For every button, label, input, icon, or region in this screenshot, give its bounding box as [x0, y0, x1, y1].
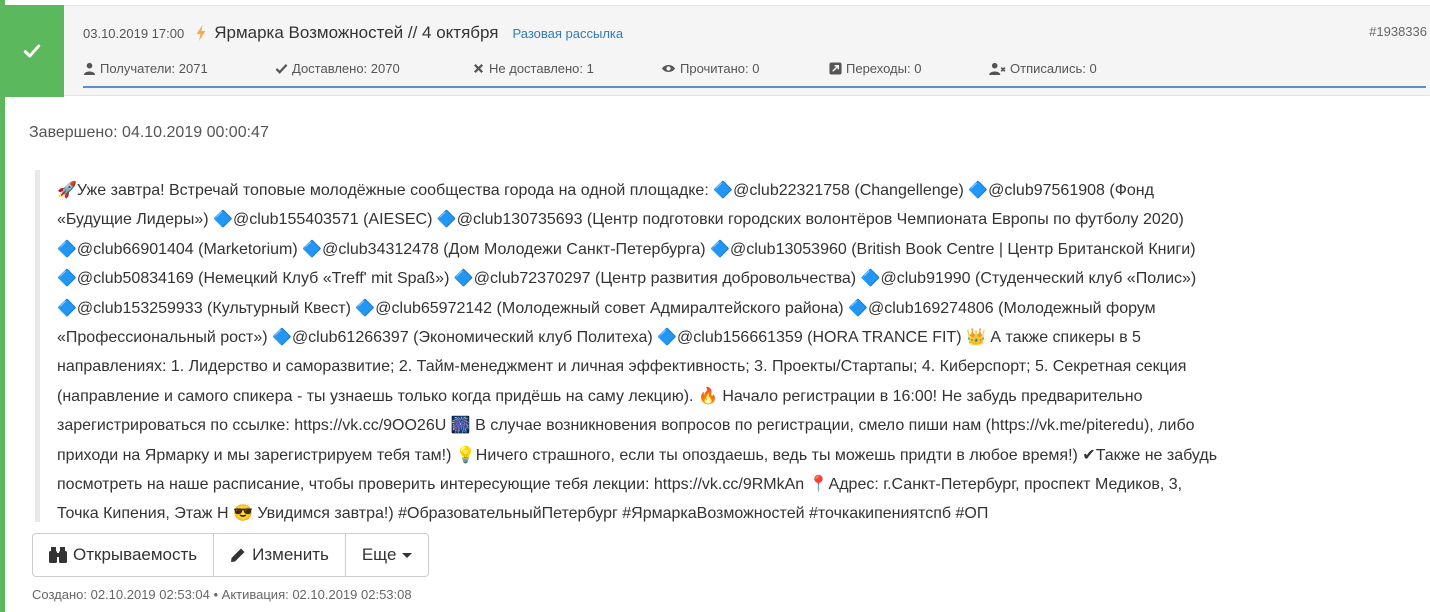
- action-buttons: Открываемость Изменить Еще: [32, 533, 430, 577]
- edit-label: Изменить: [252, 545, 329, 564]
- stat-not-delivered-label: Не доставлено: 1: [489, 60, 594, 76]
- pencil-icon: [231, 548, 245, 562]
- eye-icon: [662, 64, 675, 72]
- mailing-type-link[interactable]: Разовая рассылка: [513, 26, 624, 41]
- mailing-title[interactable]: Ярмарка Возможностей // 4 октября: [214, 23, 498, 43]
- message-line: (направление и самого спикера - ты узнае…: [57, 387, 1143, 405]
- caret-down-icon: [402, 552, 413, 558]
- message-line: 🔷@club153259933 (Культурный Квест) 🔷@clu…: [57, 299, 1156, 317]
- header-divider: [83, 86, 1426, 88]
- stat-unsubscribed-label: Отписались: 0: [1010, 60, 1097, 76]
- more-label: Еще: [361, 545, 397, 564]
- message-id: #1938336: [1369, 24, 1427, 39]
- stat-not-delivered: Не доставлено: 1: [472, 58, 594, 78]
- stat-read-label: Прочитано: 0: [680, 60, 760, 76]
- created-activated-info: Создано: 02.10.2019 02:53:04 • Активация…: [32, 587, 412, 602]
- more-dropdown-button[interactable]: Еще: [344, 534, 429, 576]
- message-line: 🔷@club66901404 (Marketorium) 🔷@club34312…: [57, 240, 1196, 258]
- binoculars-icon: [49, 547, 67, 563]
- stat-clicks-label: Переходы: 0: [846, 60, 922, 76]
- stat-recipients: Получатели: 2071: [83, 58, 208, 78]
- message-line: направлениях: 1. Лидерство и саморазвити…: [57, 358, 1187, 376]
- bolt-icon: [196, 25, 206, 41]
- user-times-icon: [989, 62, 1006, 75]
- stat-clicks: Переходы: 0: [829, 58, 921, 78]
- open-rate-button[interactable]: Открываемость: [33, 534, 213, 576]
- message-line: «Будущие Лидеры») 🔷@club155403571 (AIESE…: [57, 211, 1184, 229]
- message-line: Точка Кипения, Этаж Н 😎 Увидимся завтра!…: [57, 505, 989, 523]
- message-line: приходи на Ярмарку и мы зарегистрируем т…: [57, 446, 1218, 464]
- message-line: «Профессиональный рост») 🔷@club61266397 …: [57, 329, 1141, 347]
- message-line: 🔷@club50834169 (Немецкий Клуб «Treff' mi…: [57, 270, 1197, 288]
- external-link-icon: [829, 61, 842, 75]
- stat-recipients-label: Получатели: 2071: [100, 60, 208, 76]
- mailing-card: 03.10.2019 17:00 Ярмарка Возможностей //…: [0, 0, 1430, 612]
- open-rate-label: Открываемость: [73, 545, 198, 564]
- user-icon: [83, 62, 96, 75]
- edit-button[interactable]: Изменить: [213, 534, 345, 576]
- mailing-header: 03.10.2019 17:00 Ярмарка Возможностей //…: [0, 5, 1430, 97]
- message-line: зарегистрироваться по ссылке: https://vk…: [57, 417, 1195, 435]
- times-icon: [473, 63, 484, 73]
- stat-unsubscribed: Отписались: 0: [989, 58, 1097, 78]
- title-row: 03.10.2019 17:00 Ярмарка Возможностей //…: [83, 20, 623, 46]
- stat-delivered: Доставлено: 2070: [275, 58, 400, 78]
- status-indicator: [0, 5, 64, 97]
- stat-read: Прочитано: 0: [661, 58, 759, 78]
- check-icon: [23, 44, 41, 58]
- send-date: 03.10.2019 17:00: [83, 25, 185, 41]
- finished-time: Завершено: 04.10.2019 00:00:47: [29, 124, 269, 141]
- message-line: 🚀Уже завтра! Встречай топовые молодёжные…: [57, 182, 1154, 199]
- check-mark-icon: [275, 63, 288, 74]
- message-line: посмотреть на наше расписание, чтобы про…: [57, 476, 1183, 494]
- message-text: 🚀Уже завтра! Встречай топовые молодёжные…: [35, 170, 1420, 522]
- stat-delivered-label: Доставлено: 2070: [292, 60, 400, 76]
